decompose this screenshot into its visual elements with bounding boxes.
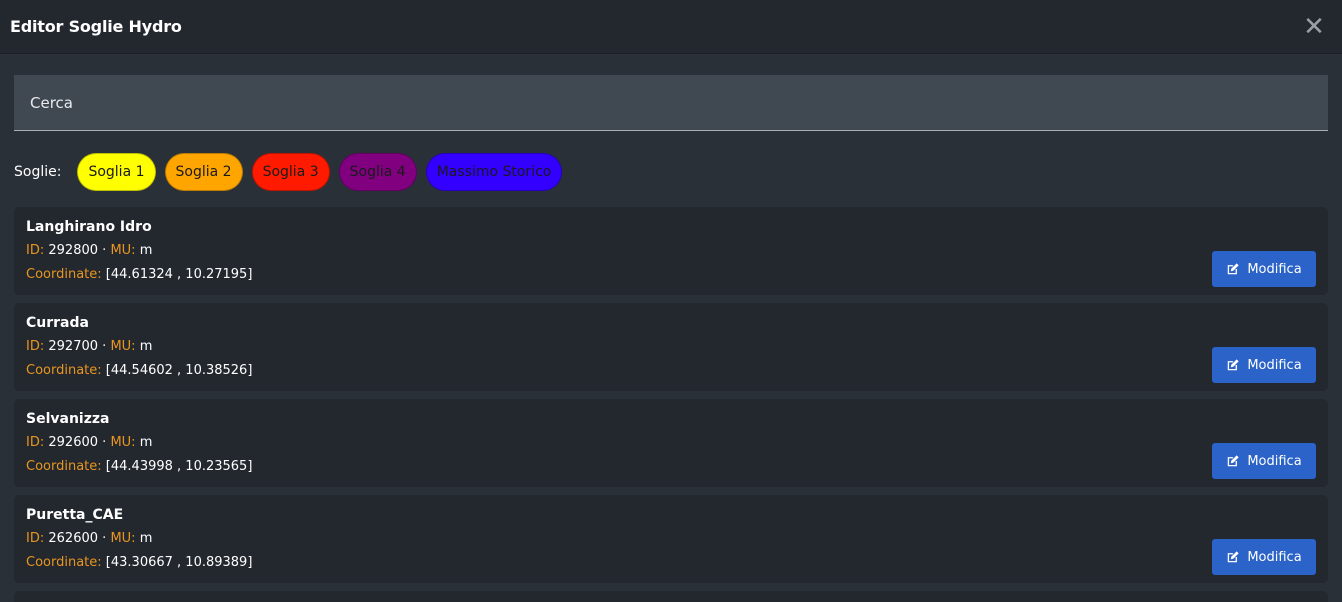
edit-button-label: Modifica [1247,453,1302,469]
station-mu: m [139,531,153,546]
search-field[interactable] [14,75,1328,131]
edit-button-label: Modifica [1247,549,1302,565]
edit-button[interactable]: Modifica [1212,539,1316,575]
station-coord-line: Coordinate: [44.54602 , 10.38526] [26,362,1316,380]
coord-label: Coordinate: [26,555,102,570]
legend-pill-soglia-5: Massimo Storico [425,153,563,191]
station-card: Currada ID: 292700 · MU: m Coordinate: [44… [14,303,1328,391]
station-id-line: ID: 292700 · MU: m [26,338,1316,356]
mu-label: MU: [110,243,136,258]
edit-icon [1228,551,1240,563]
station-name: Puretta_CAE [26,507,124,523]
station-coordinates: [44.54602 , 10.38526] [105,363,253,378]
legend-pill-soglia-3: Soglia 3 [251,153,330,191]
station-coordinates: [44.61324 , 10.27195] [105,267,253,282]
id-label: ID: [26,435,45,450]
station-mu: m [139,435,153,450]
station-mu: m [139,243,153,258]
station-id: 292600 [48,435,99,450]
legend-pill-soglia-4: Soglia 4 [338,153,417,191]
search-input[interactable] [30,93,1312,112]
edit-button[interactable]: Modifica [1212,251,1316,287]
mu-label: MU: [110,339,136,354]
station-coord-line: Coordinate: [44.43998 , 10.23565] [26,458,1316,476]
id-label: ID: [26,531,45,546]
station-id-line: ID: 292600 · MU: m [26,434,1316,452]
station-mu: m [139,339,153,354]
separator: · [102,243,107,258]
close-button[interactable]: ✕ [1300,13,1328,41]
id-label: ID: [26,243,45,258]
coord-label: Coordinate: [26,363,102,378]
station-card: Langhirano Idro ID: 292800 · MU: m Coordin… [14,207,1328,295]
edit-button[interactable]: Modifica [1212,347,1316,383]
station-id: 292800 [48,243,99,258]
coord-label: Coordinate: [26,459,102,474]
legend-label: Soglie: [14,164,62,180]
station-card: Puretta_CAE ID: 262600 · MU: m Coordinate:… [14,495,1328,583]
mu-label: MU: [110,531,136,546]
edit-button[interactable]: Modifica [1212,443,1316,479]
threshold-legend: Soglie: Soglia 1 Soglia 2 Soglia 3 Soglia 4… [14,153,1328,191]
station-name: Langhirano Idro [26,219,152,235]
station-coord-line: Coordinate: [43.30667 , 10.89389] [26,554,1316,572]
station-card [14,591,1328,602]
edit-button-label: Modifica [1247,357,1302,373]
separator: · [102,435,107,450]
station-coord-line: Coordinate: [44.61324 , 10.27195] [26,266,1316,284]
edit-icon [1228,455,1240,467]
station-coordinates: [44.43998 , 10.23565] [105,459,253,474]
station-name: Currada [26,315,89,331]
edit-button-label: Modifica [1247,261,1302,277]
station-coordinates: [43.30667 , 10.89389] [105,555,253,570]
legend-pill-soglia-1: Soglia 1 [77,153,156,191]
modal-title: Editor Soglie Hydro [10,17,182,36]
modal-body: Soglie: Soglia 1Soglia 2Soglia 3Soglia 4… [14,75,1328,602]
station-list: Langhirano Idro ID: 292800 · MU: m Coordin… [14,207,1328,602]
separator: · [102,531,107,546]
separator: · [102,339,107,354]
station-card: Selvanizza ID: 292600 · MU: m Coordinate: … [14,399,1328,487]
station-id: 292700 [48,339,99,354]
legend-pill-soglia-2: Soglia 2 [164,153,243,191]
close-icon: ✕ [1303,11,1325,42]
station-id-line: ID: 292800 · MU: m [26,242,1316,260]
station-id: 262600 [48,531,99,546]
editor-modal: Editor Soglie Hydro ✕ Soglie: Soglia 1So… [0,0,1342,602]
edit-icon [1228,263,1240,275]
coord-label: Coordinate: [26,267,102,282]
station-name: Selvanizza [26,411,110,427]
id-label: ID: [26,339,45,354]
mu-label: MU: [110,435,136,450]
modal-header: Editor Soglie Hydro ✕ [0,0,1342,54]
edit-icon [1228,359,1240,371]
station-id-line: ID: 262600 · MU: m [26,530,1316,548]
